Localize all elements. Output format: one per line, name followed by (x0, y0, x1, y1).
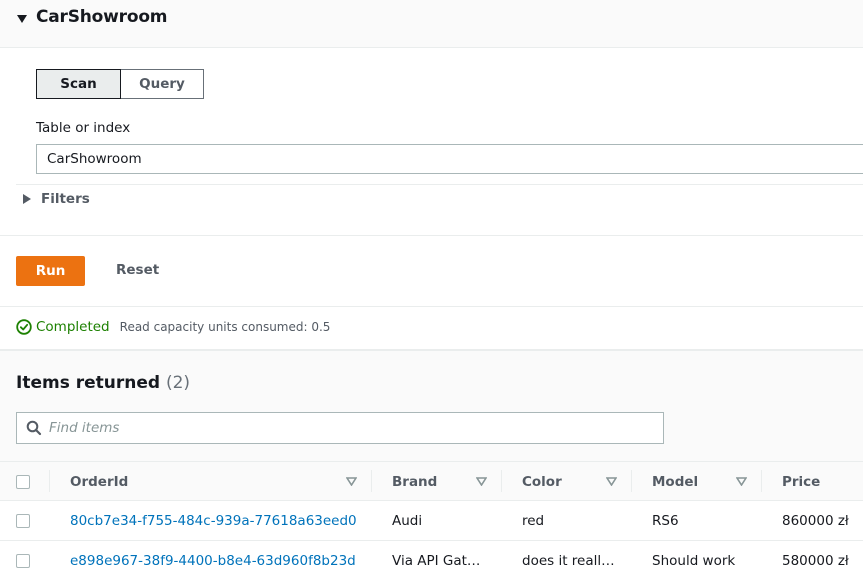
brand-cell: Audi (392, 513, 423, 529)
find-items-input[interactable] (49, 420, 649, 436)
table-or-index-select[interactable]: CarShowroom (36, 144, 863, 174)
find-items-search[interactable] (16, 412, 664, 444)
status-text: Completed (36, 319, 110, 335)
column-header-price[interactable]: Price (782, 462, 820, 502)
price-cell: 860000 zł (782, 513, 849, 529)
price-cell: 580000 zł (782, 553, 849, 569)
sort-icon[interactable] (736, 477, 747, 486)
order-id-link[interactable]: 80cb7e34-f755-484c-939a-77618a63eed0 (70, 501, 357, 541)
items-table: OrderId Brand Color Model Price 80cb7e34… (0, 461, 863, 578)
capacity-units-text: Read capacity units consumed: 0.5 (119, 320, 331, 334)
reset-button[interactable]: Reset (116, 262, 159, 278)
table-row[interactable]: 80cb7e34-f755-484c-939a-77618a63eed0 Aud… (0, 501, 863, 541)
caret-right-icon (23, 194, 31, 204)
column-separator[interactable] (501, 470, 502, 492)
order-id-link[interactable]: e898e967-38f9-4400-b8e4-63d960f8b23d (70, 541, 356, 578)
table-title: CarShowroom (36, 7, 168, 27)
select-all-checkbox[interactable] (16, 475, 30, 489)
column-header-brand[interactable]: Brand (392, 462, 437, 502)
items-returned-heading: Items returned (2) (16, 373, 190, 393)
query-button[interactable]: Query (121, 69, 204, 99)
filters-label: Filters (41, 191, 90, 207)
row-checkbox[interactable] (16, 554, 30, 568)
table-row[interactable]: e898e967-38f9-4400-b8e4-63d960f8b23d Via… (0, 541, 863, 578)
check-circle-icon (16, 319, 32, 335)
model-cell: Should work (652, 553, 736, 569)
scan-query-toggle: Scan Query (36, 69, 204, 99)
model-cell: RS6 (652, 513, 679, 529)
row-select-cell (16, 541, 30, 578)
color-cell: red (522, 513, 545, 529)
divider (0, 306, 863, 307)
column-separator[interactable] (371, 470, 372, 492)
select-all-cell (16, 462, 30, 502)
brand-cell: Via API Gat… (392, 553, 481, 569)
table-or-index-label: Table or index (36, 120, 131, 136)
sort-icon[interactable] (606, 477, 617, 486)
caret-down-icon[interactable] (16, 13, 28, 25)
divider (0, 235, 863, 236)
table-header-bar: CarShowroom (0, 0, 863, 48)
column-header-color[interactable]: Color (522, 462, 562, 502)
column-separator[interactable] (631, 470, 632, 492)
table-header-row: OrderId Brand Color Model Price (0, 461, 863, 501)
results-panel: Items returned (2) OrderId Brand Color M… (0, 349, 863, 578)
scan-button[interactable]: Scan (36, 69, 121, 99)
status-bar: Completed Read capacity units consumed: … (16, 319, 330, 335)
items-returned-title: Items returned (16, 373, 161, 393)
search-icon (26, 420, 42, 436)
row-select-cell (16, 501, 30, 541)
color-cell: does it reall… (522, 553, 615, 569)
column-separator[interactable] (761, 470, 762, 492)
sort-icon[interactable] (346, 477, 357, 486)
filters-expander[interactable]: Filters (22, 191, 90, 207)
items-count: (2) (165, 373, 191, 393)
column-header-model[interactable]: Model (652, 462, 698, 502)
run-button[interactable]: Run (16, 256, 85, 286)
column-separator[interactable] (49, 470, 50, 492)
divider (16, 184, 863, 185)
column-header-orderid[interactable]: OrderId (70, 462, 128, 502)
row-checkbox[interactable] (16, 514, 30, 528)
sort-icon[interactable] (476, 477, 487, 486)
